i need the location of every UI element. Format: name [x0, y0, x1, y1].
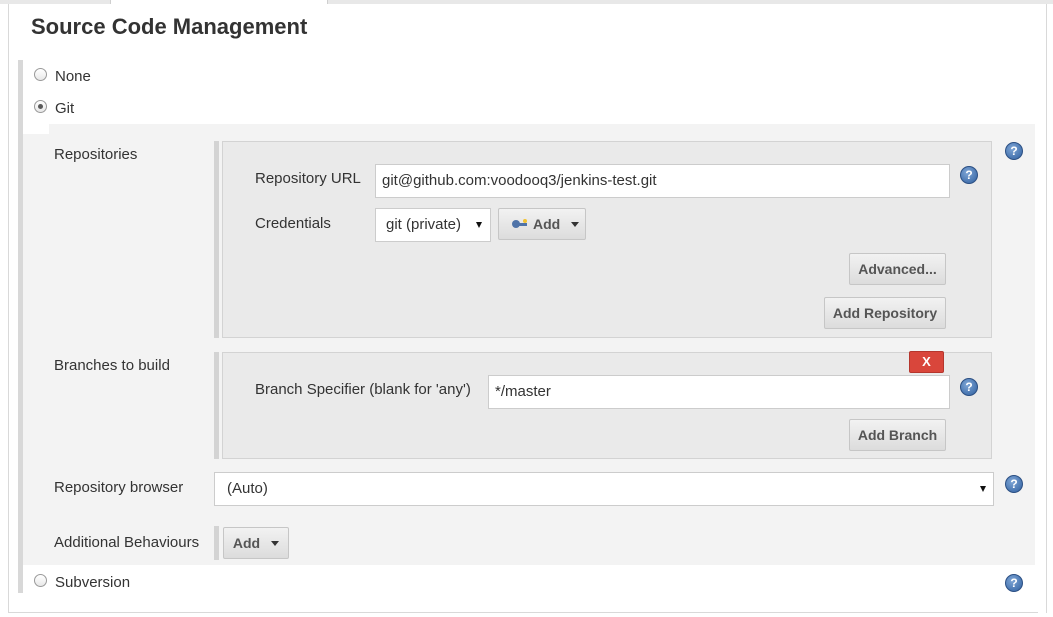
branch-specifier-label: Branch Specifier (blank for 'any') — [255, 381, 471, 398]
repository-browser-caret-down-icon — [980, 486, 986, 492]
delete-branch-button[interactable]: X — [909, 351, 944, 373]
repository-browser-help-icon[interactable]: ? — [1005, 475, 1023, 493]
repository-browser-value: (Auto) — [227, 480, 268, 497]
credentials-value: git (private) — [386, 216, 462, 233]
repository-url-input[interactable]: git@github.com:voodooq3/jenkins-test.git — [375, 164, 950, 198]
add-branch-button[interactable]: Add Branch — [849, 419, 946, 451]
credentials-label: Credentials — [255, 215, 331, 232]
advanced-button[interactable]: Advanced... — [849, 253, 946, 285]
credentials-select[interactable]: git (private) — [375, 208, 491, 242]
branch-specifier-input[interactable]: */master — [488, 375, 950, 409]
branches-to-build-label: Branches to build — [54, 357, 170, 374]
repositories-bar — [214, 141, 219, 338]
repository-browser-select[interactable]: (Auto) — [214, 472, 994, 506]
repository-url-help-icon[interactable]: ? — [960, 166, 978, 184]
repository-browser-label: Repository browser — [54, 479, 184, 496]
scm-none-label[interactable]: None — [55, 68, 91, 85]
additional-behaviours-add-button[interactable]: Add — [223, 527, 289, 559]
branch-specifier-help-icon[interactable]: ? — [960, 378, 978, 396]
repository-url-label: Repository URL — [255, 170, 361, 187]
credentials-caret-down-icon — [476, 222, 482, 228]
additional-behaviours-label: Additional Behaviours — [54, 534, 200, 551]
branches-bar — [214, 352, 219, 459]
add-repository-button[interactable]: Add Repository — [824, 297, 946, 329]
git-panel-notch — [23, 124, 49, 134]
scm-git-label[interactable]: Git — [55, 100, 74, 117]
scm-subversion-label[interactable]: Subversion — [55, 574, 130, 591]
credentials-add-label: Add — [533, 216, 561, 232]
credentials-add-button[interactable]: Add — [498, 208, 586, 240]
repositories-help-icon[interactable]: ? — [1005, 142, 1023, 160]
key-icon — [512, 219, 527, 228]
frame-bottom-border — [8, 612, 1038, 613]
additional-behaviours-add-label: Add — [232, 535, 261, 551]
caret-down-icon — [571, 221, 580, 227]
repositories-label: Repositories — [54, 146, 138, 163]
section-title: Source Code Management — [31, 14, 308, 39]
scm-none-radio[interactable] — [34, 68, 47, 81]
additional-behaviours-bar — [214, 526, 219, 560]
subversion-help-icon[interactable]: ? — [1005, 574, 1023, 592]
scm-subversion-radio[interactable] — [34, 574, 47, 587]
scm-git-radio[interactable] — [34, 100, 47, 113]
caret-down-icon — [271, 540, 280, 546]
